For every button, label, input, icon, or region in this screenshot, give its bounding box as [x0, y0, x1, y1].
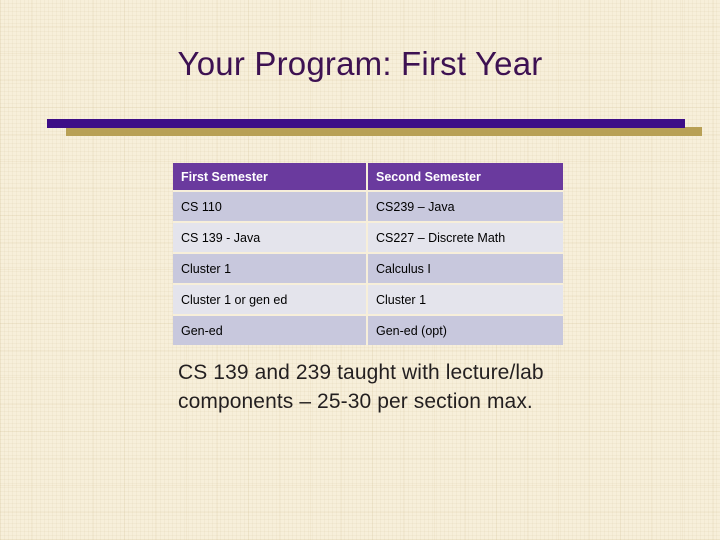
table-row: CS 110 CS239 – Java	[173, 192, 563, 223]
cell-first-semester: Gen-ed	[173, 316, 368, 345]
divider-purple-bar	[47, 119, 685, 128]
cell-first-semester: Cluster 1 or gen ed	[173, 285, 368, 316]
column-header-second-semester: Second Semester	[368, 163, 563, 192]
table-header-row: First Semester Second Semester	[173, 163, 563, 192]
cell-second-semester: Calculus I	[368, 254, 563, 285]
page-title: Your Program: First Year	[177, 45, 543, 82]
body-note: CS 139 and 239 taught with lecture/lab c…	[178, 361, 544, 413]
cell-first-semester: CS 139 - Java	[173, 223, 368, 254]
table-row: Cluster 1 Calculus I	[173, 254, 563, 285]
cell-second-semester: CS227 – Discrete Math	[368, 223, 563, 254]
cell-second-semester: Cluster 1	[368, 285, 563, 316]
table-row: Gen-ed Gen-ed (opt)	[173, 316, 563, 345]
cell-first-semester: Cluster 1	[173, 254, 368, 285]
cell-first-semester: CS 110	[173, 192, 368, 223]
cell-second-semester: Gen-ed (opt)	[368, 316, 563, 345]
table-row: Cluster 1 or gen ed Cluster 1	[173, 285, 563, 316]
slide-canvas: Your Program: First Year First Semester …	[0, 0, 720, 540]
column-header-first-semester: First Semester	[173, 163, 368, 192]
table-row: CS 139 - Java CS227 – Discrete Math	[173, 223, 563, 254]
divider-gold-bar	[66, 127, 702, 136]
semester-table: First Semester Second Semester CS 110 CS…	[173, 163, 563, 345]
cell-second-semester: CS239 – Java	[368, 192, 563, 223]
